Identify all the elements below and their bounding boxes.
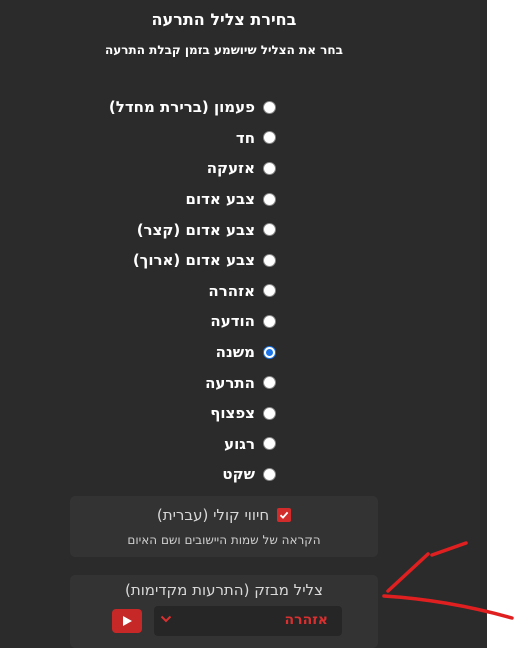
sound-option-label: התרעה bbox=[205, 373, 255, 392]
early-alert-sound-section: צליל מבזק (התרעות מקדימות) אזהרה bbox=[70, 575, 378, 648]
sound-option-radio[interactable] bbox=[263, 345, 276, 359]
sound-option[interactable]: רגוע bbox=[100, 429, 276, 460]
sound-option[interactable]: צבע אדום (ארוך) bbox=[100, 245, 276, 276]
sound-option-label: פעמון (ברירת מחדל) bbox=[108, 98, 255, 117]
sound-option-label: הודעה bbox=[210, 312, 255, 331]
sound-option-label: צפצוף bbox=[210, 404, 255, 423]
sound-option[interactable]: משנה bbox=[100, 337, 276, 368]
sound-option-radio[interactable] bbox=[263, 131, 276, 145]
sound-option[interactable]: התרעה bbox=[100, 367, 276, 398]
page-subtitle: בחר את הצליל שיושמע בזמן קבלת התרעה bbox=[105, 43, 343, 57]
sound-option-radio[interactable] bbox=[263, 161, 276, 175]
play-icon bbox=[123, 616, 132, 626]
sound-option[interactable]: הודעה bbox=[100, 306, 276, 337]
sound-option-label: משנה bbox=[215, 343, 255, 362]
sound-option-radio[interactable] bbox=[263, 467, 276, 481]
early-alert-sound-value: אזהרה bbox=[284, 612, 328, 628]
voice-indication-description: הקראה של שמות היישובים ושם האיום bbox=[127, 533, 321, 547]
sound-option-radio[interactable] bbox=[263, 376, 276, 390]
sound-option-label: רגוע bbox=[224, 434, 255, 453]
sound-options-list: פעמון (ברירת מחדל) חד אזעקה צבע אדום צבע אדו… bbox=[100, 92, 276, 490]
sound-option-radio[interactable] bbox=[263, 406, 276, 420]
sound-option-label: צבע אדום bbox=[185, 190, 256, 209]
red-arrow-annotation bbox=[382, 541, 514, 620]
sound-option-radio[interactable] bbox=[263, 284, 276, 298]
sound-option-radio[interactable] bbox=[263, 437, 276, 451]
voice-indication-checkbox[interactable] bbox=[277, 508, 292, 522]
chevron-down-icon bbox=[160, 615, 172, 623]
sound-option-label: חד bbox=[235, 128, 255, 147]
sound-option[interactable]: אזהרה bbox=[100, 276, 276, 307]
early-alert-sound-title: צליל מבזק (התרעות מקדימות) bbox=[125, 581, 323, 599]
sound-option[interactable]: חד bbox=[100, 123, 276, 154]
voice-indication-label: חיווי קולי (עברית) bbox=[156, 506, 270, 524]
sound-option-label: אזהרה bbox=[208, 281, 255, 300]
sound-option-label: אזעקה bbox=[206, 159, 255, 178]
sound-option[interactable]: צבע אדום bbox=[100, 184, 276, 215]
sound-option[interactable]: אזעקה bbox=[100, 153, 276, 184]
sound-option[interactable]: שקט bbox=[100, 459, 276, 490]
sound-option[interactable]: פעמון (ברירת מחדל) bbox=[100, 92, 276, 123]
sound-option-label: צבע אדום (קצר) bbox=[136, 220, 255, 239]
sound-option-radio[interactable] bbox=[263, 314, 276, 328]
sound-option-radio[interactable] bbox=[263, 253, 276, 267]
play-sound-button[interactable] bbox=[112, 609, 142, 633]
sound-option[interactable]: צבע אדום (קצר) bbox=[100, 214, 276, 245]
sound-option[interactable]: צפצוף bbox=[100, 398, 276, 429]
sound-option-radio[interactable] bbox=[263, 223, 276, 237]
voice-indication-toggle[interactable]: חיווי קולי (עברית) bbox=[70, 506, 378, 524]
sound-option-radio[interactable] bbox=[263, 100, 276, 114]
page-title: בחירת צליל התרעה bbox=[151, 10, 297, 29]
voice-indication-section: חיווי קולי (עברית) הקראה של שמות היישובי… bbox=[70, 496, 378, 557]
early-alert-sound-select[interactable]: אזהרה bbox=[154, 606, 342, 636]
checkmark-icon bbox=[280, 511, 289, 519]
sound-option-label: שקט bbox=[222, 465, 255, 484]
sound-option-radio[interactable] bbox=[263, 192, 276, 206]
sound-option-label: צבע אדום (ארוך) bbox=[132, 251, 255, 270]
